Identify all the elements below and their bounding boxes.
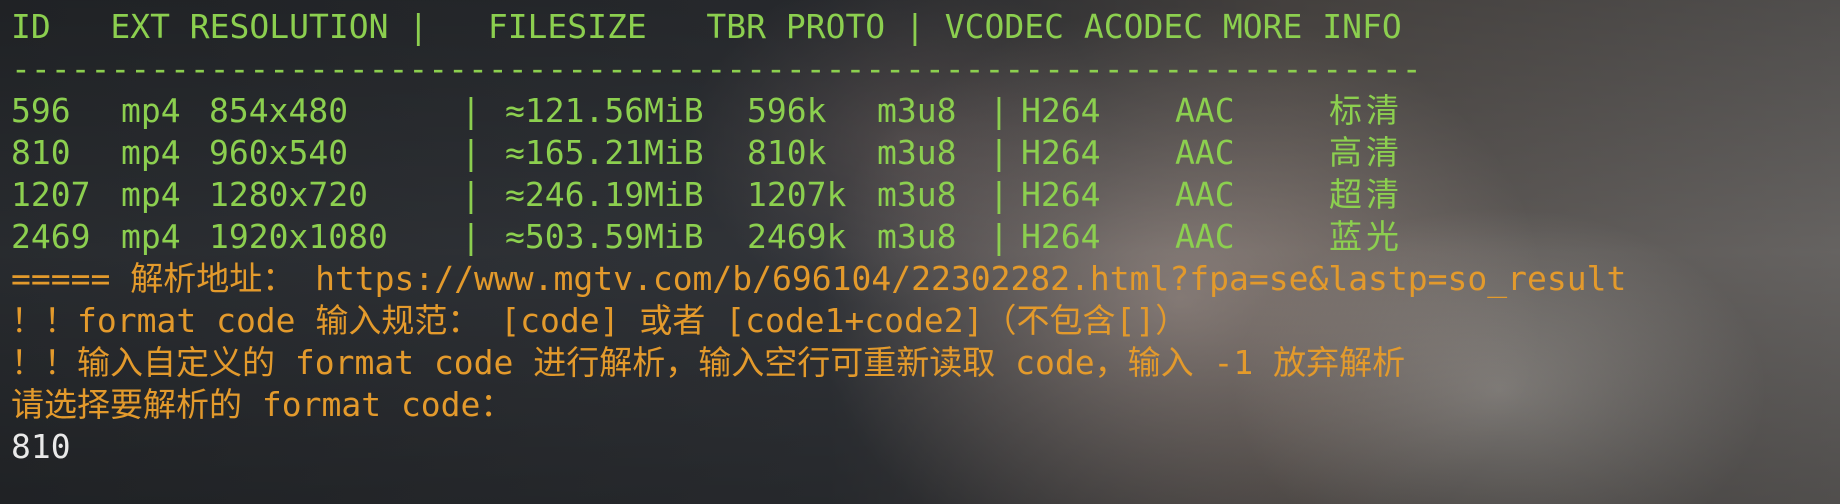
format-info: 超清 bbox=[1329, 175, 1403, 214]
format-proto: m3u8 bbox=[877, 175, 957, 214]
terminal-window[interactable]: ID EXT RESOLUTION | FILESIZE TBR PROTO |… bbox=[0, 0, 1840, 504]
format-id: 596 bbox=[11, 91, 71, 130]
format-resolution: 854x480 bbox=[209, 91, 349, 130]
format-ext: mp4 bbox=[121, 133, 181, 172]
format-proto: m3u8 bbox=[877, 133, 957, 172]
format-info: 标清 bbox=[1329, 91, 1403, 130]
format-vcodec: H264 bbox=[1021, 133, 1101, 172]
parse-url-line[interactable]: ===== 解析地址： https://www.mgtv.com/b/69610… bbox=[11, 258, 1840, 300]
format-id: 810 bbox=[11, 133, 71, 172]
column-pipe: | bbox=[989, 133, 1009, 172]
format-info: 蓝光 bbox=[1329, 217, 1403, 256]
format-resolution: 1920x1080 bbox=[209, 217, 388, 256]
format-info: 高清 bbox=[1329, 133, 1403, 172]
format-acodec: AAC bbox=[1175, 91, 1235, 130]
format-tbr: 2469k bbox=[747, 217, 847, 256]
table-row: 1207 mp4 1280x720 | ≈246.19MiB 1207k m3u… bbox=[11, 174, 1840, 216]
format-resolution: 1280x720 bbox=[209, 175, 368, 214]
table-row: 2469 mp4 1920x1080 | ≈503.59MiB 2469k m3… bbox=[11, 216, 1840, 258]
terminal-output: ID EXT RESOLUTION | FILESIZE TBR PROTO |… bbox=[11, 0, 1840, 468]
command-input[interactable]: 810 bbox=[11, 426, 1840, 468]
format-id: 2469 bbox=[11, 217, 91, 256]
format-tbr: 1207k bbox=[747, 175, 847, 214]
format-id: 1207 bbox=[11, 175, 91, 214]
format-acodec: AAC bbox=[1175, 217, 1235, 256]
table-row: 810 mp4 960x540 | ≈165.21MiB 810k m3u8 |… bbox=[11, 132, 1840, 174]
hint-line: ！！输入自定义的 format code 进行解析，输入空行可重新读取 code… bbox=[11, 343, 1406, 382]
table-header: ID EXT RESOLUTION | FILESIZE TBR PROTO |… bbox=[11, 7, 1402, 46]
column-pipe: | bbox=[461, 133, 481, 172]
column-pipe: | bbox=[461, 217, 481, 256]
format-ext: mp4 bbox=[121, 91, 181, 130]
format-ext: mp4 bbox=[121, 175, 181, 214]
format-proto: m3u8 bbox=[877, 91, 957, 130]
prompt-line: 请选择要解析的 format code： bbox=[11, 385, 514, 424]
hint-line: ！！format code 输入规范： [code] 或者 [code1+cod… bbox=[11, 301, 1189, 340]
format-vcodec: H264 bbox=[1021, 91, 1101, 130]
column-pipe: | bbox=[989, 91, 1009, 130]
format-filesize: ≈503.59MiB bbox=[505, 217, 704, 256]
table-separator: ----------------------------------------… bbox=[11, 49, 1422, 88]
column-pipe: | bbox=[989, 175, 1009, 214]
cut-off-line bbox=[11, 0, 1840, 6]
format-vcodec: H264 bbox=[1021, 217, 1101, 256]
format-acodec: AAC bbox=[1175, 175, 1235, 214]
format-filesize: ≈165.21MiB bbox=[505, 133, 704, 172]
column-pipe: | bbox=[989, 217, 1009, 256]
format-tbr: 810k bbox=[747, 133, 827, 172]
format-resolution: 960x540 bbox=[209, 133, 349, 172]
format-proto: m3u8 bbox=[877, 217, 957, 256]
column-pipe: | bbox=[461, 175, 481, 214]
format-filesize: ≈246.19MiB bbox=[505, 175, 704, 214]
format-ext: mp4 bbox=[121, 217, 181, 256]
format-vcodec: H264 bbox=[1021, 175, 1101, 214]
column-pipe: | bbox=[461, 91, 481, 130]
format-acodec: AAC bbox=[1175, 133, 1235, 172]
format-filesize: ≈121.56MiB bbox=[505, 91, 704, 130]
table-row: 596 mp4 854x480 | ≈121.56MiB 596k m3u8 |… bbox=[11, 90, 1840, 132]
format-tbr: 596k bbox=[747, 91, 827, 130]
